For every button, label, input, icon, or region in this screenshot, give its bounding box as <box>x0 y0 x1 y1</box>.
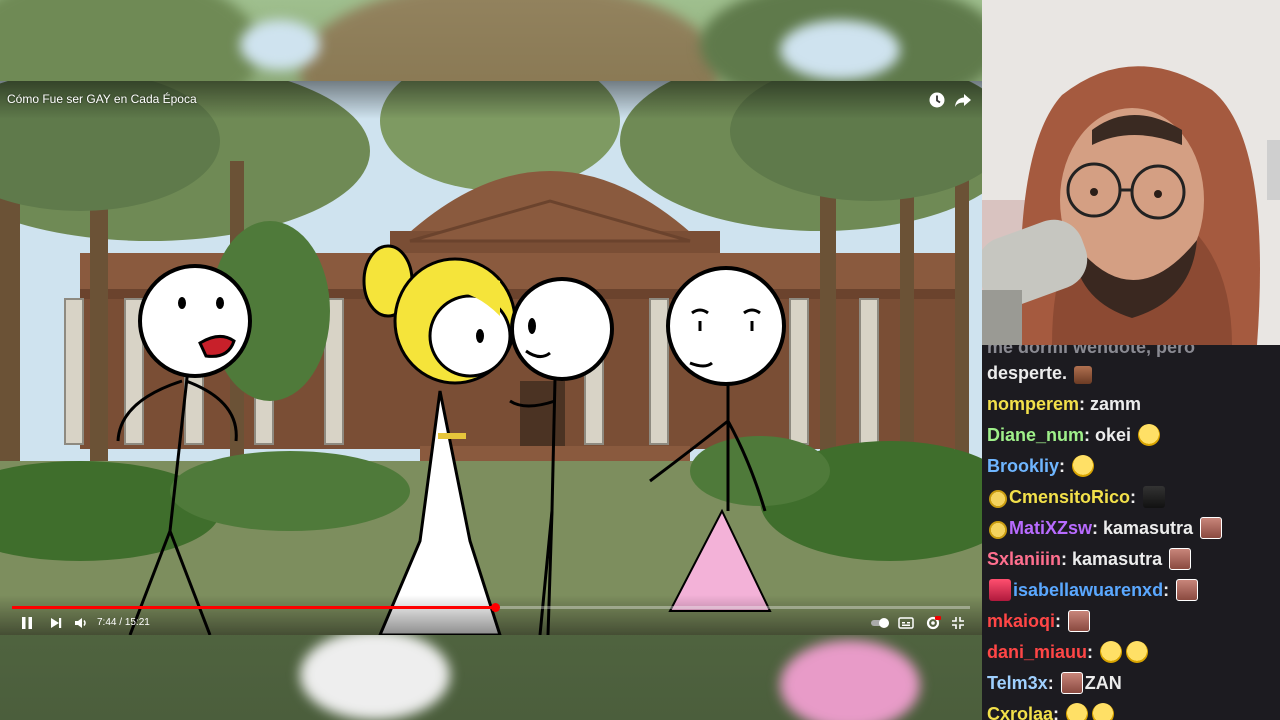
chat-message: MatiXZsw: kamasutra <box>987 514 1224 542</box>
current-time: 7:44 <box>97 617 117 628</box>
chat-message: Telm3x: ZAN <box>987 669 1122 697</box>
miniplayer-icon[interactable] <box>950 615 966 631</box>
chat-message: Sxlaniiin: kamasutra <box>987 545 1193 573</box>
chat-username[interactable]: Cxrolaa <box>987 704 1053 720</box>
next-icon[interactable] <box>48 615 64 631</box>
lol-emote-icon <box>1138 424 1161 446</box>
chat-separator: : <box>1087 642 1099 662</box>
chat-message-text: kamasutra <box>1103 518 1199 538</box>
chat-username[interactable]: dani_miauu <box>987 642 1087 662</box>
chat-username[interactable]: Telm3x <box>987 673 1048 693</box>
volume-icon[interactable] <box>73 615 89 631</box>
chat-username[interactable]: MatiXZsw <box>1009 518 1092 538</box>
autoplay-toggle-icon[interactable] <box>870 615 890 631</box>
chat-message: mkaioqi: <box>987 607 1092 635</box>
video-frame <box>0 81 982 635</box>
chat-separator: : <box>1130 487 1142 507</box>
chat-message-text: okei <box>1095 425 1137 445</box>
sun-badge-icon <box>989 521 1007 539</box>
pause-icon[interactable] <box>19 615 35 631</box>
chat-message: Cxrolaa: <box>987 700 1116 720</box>
face-emote-icon <box>1176 579 1199 601</box>
chat-message: CmensitoRico: <box>987 483 1167 511</box>
streamer-webcam <box>982 0 1280 345</box>
small-emote-icon <box>1074 366 1093 384</box>
chat-message: Brookliy: <box>987 452 1096 480</box>
chat-message-text: me dormi wendote, pero <box>987 345 1196 357</box>
face-emote-icon <box>1068 610 1091 632</box>
chat-message: dani_miauu: <box>987 638 1150 666</box>
face-emote-icon <box>1060 672 1083 694</box>
chat-username[interactable]: isabellawuarenxd <box>1013 580 1163 600</box>
sun-badge-icon <box>989 490 1007 508</box>
chat-message: nomperem: zamm <box>987 390 1141 418</box>
chat-username[interactable]: Brookliy <box>987 456 1059 476</box>
chat-message-text: ZAN <box>1084 673 1122 693</box>
lol-emote-icon <box>1100 641 1123 663</box>
chat-username[interactable]: CmensitoRico <box>1009 487 1130 507</box>
chat-message: Diane_num: okei <box>987 421 1162 449</box>
chat-separator: : <box>1047 673 1059 693</box>
share-icon[interactable] <box>953 90 973 110</box>
chat-message: isabellawuarenxd: <box>987 576 1200 604</box>
chat-separator: : <box>1163 580 1175 600</box>
video-title-bar: Cómo Fue ser GAY en Cada Época <box>0 81 982 119</box>
chat-message-text: desperte. <box>987 363 1073 383</box>
dark-emote-icon <box>1143 486 1166 508</box>
chat-separator: : <box>1053 704 1065 720</box>
stream-layout: Cómo Fue ser GAY en Cada Época 7:44 / 15… <box>0 0 1280 720</box>
chat-username[interactable]: Sxlaniiin <box>987 549 1061 569</box>
chat-username[interactable]: Diane_num <box>987 425 1084 445</box>
chat-panel: me dormi wendote, pero desperte. nompere… <box>982 345 1280 720</box>
progress-played <box>12 606 495 609</box>
progress-scrubber[interactable] <box>490 603 500 612</box>
chat-separator: : <box>1079 394 1091 414</box>
video-title[interactable]: Cómo Fue ser GAY en Cada Época <box>7 92 197 106</box>
chat-username[interactable]: mkaioqi <box>987 611 1055 631</box>
lol-emote-icon <box>1126 641 1149 663</box>
video-player[interactable]: Cómo Fue ser GAY en Cada Época 7:44 / 15… <box>0 81 982 635</box>
duration: 15:21 <box>124 617 150 628</box>
settings-icon[interactable] <box>925 615 941 631</box>
face-emote-icon <box>1169 548 1192 570</box>
face-emote-icon <box>1200 517 1223 539</box>
progress-bar[interactable] <box>12 603 970 612</box>
lol-emote-icon <box>1072 455 1095 477</box>
player-controls: 7:44 / 15:21 <box>0 595 982 635</box>
captions-icon[interactable] <box>898 615 914 631</box>
time-display: 7:44 / 15:21 <box>97 617 150 628</box>
chat-separator: : <box>1092 518 1104 538</box>
chat-separator: : <box>1061 549 1073 569</box>
lol-emote-icon <box>1066 703 1089 720</box>
chat-message-text: zamm <box>1090 394 1142 414</box>
chat-message-text: kamasutra <box>1072 549 1168 569</box>
chat-separator: : <box>1059 456 1071 476</box>
chat-message: desperte. <box>987 359 1094 387</box>
watch-later-icon[interactable] <box>927 90 947 110</box>
chat-username[interactable]: nomperem <box>987 394 1079 414</box>
rocket-badge-icon <box>989 579 1011 601</box>
chat-separator: : <box>1055 611 1067 631</box>
chat-separator: : <box>1084 425 1096 445</box>
lol-emote-icon <box>1092 703 1115 720</box>
